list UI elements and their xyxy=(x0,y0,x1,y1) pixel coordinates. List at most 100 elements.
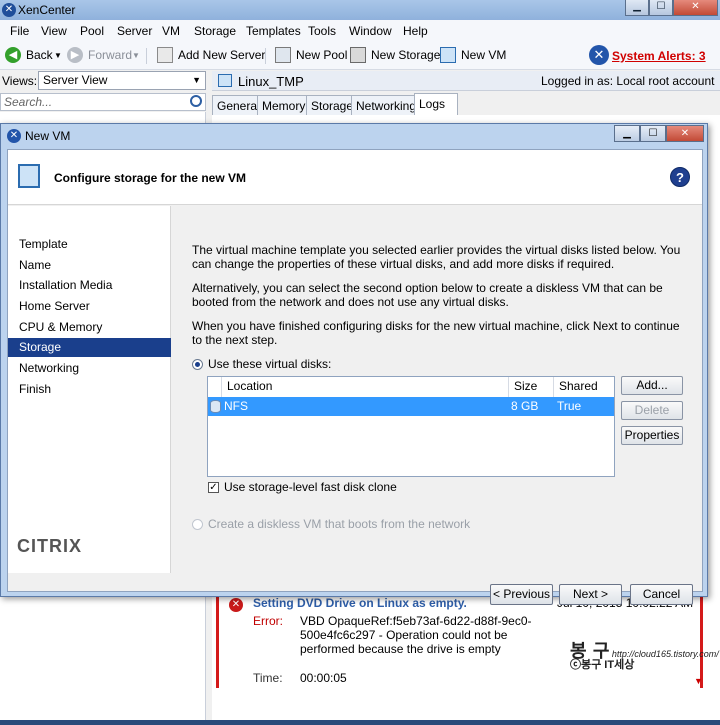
nav-item-finish[interactable]: Finish xyxy=(8,380,171,399)
forward-dropdown-icon[interactable]: ▼ xyxy=(132,51,140,60)
storage-step-content: The virtual machine template you selecte… xyxy=(171,206,702,573)
disk-location: NFS xyxy=(224,399,248,413)
dialog-header: Configure storage for the new VM ? xyxy=(8,150,702,205)
use-disks-radio[interactable] xyxy=(192,359,203,370)
nav-item-installation-media[interactable]: Installation Media xyxy=(8,276,171,295)
nav-item-cpu-memory[interactable]: CPU & Memory xyxy=(8,318,171,337)
column-header-location[interactable]: Location xyxy=(222,377,509,397)
column-header-shared[interactable]: Shared xyxy=(554,377,614,397)
watermark-url: http://cloud165.tistory.com/ xyxy=(611,649,719,659)
fast-clone-label: Use storage-level fast disk clone xyxy=(224,480,397,494)
dialog-heading: Configure storage for the new VM xyxy=(54,171,247,185)
log-entry-title: Setting DVD Drive on Linux as empty. xyxy=(253,596,467,610)
new-vm-button[interactable]: New VM xyxy=(461,48,506,62)
disk-icon xyxy=(210,400,221,413)
vm-name: Linux_TMP xyxy=(238,74,304,89)
cancel-button[interactable]: Cancel xyxy=(630,584,693,605)
log-time-value: 00:00:05 xyxy=(300,671,347,685)
back-button[interactable]: Back xyxy=(26,48,53,62)
menu-tools[interactable]: Tools xyxy=(308,24,336,38)
citrix-logo: CITRIX xyxy=(17,536,83,556)
nav-item-name[interactable]: Name xyxy=(8,256,171,275)
log-error-label: Error: xyxy=(253,614,283,628)
disk-size: 8 GB xyxy=(511,399,539,413)
add-server-icon[interactable] xyxy=(157,47,173,63)
wizard-vm-icon xyxy=(18,164,40,188)
tab-networking[interactable]: Networking xyxy=(351,95,422,115)
new-pool-button[interactable]: New Pool xyxy=(296,48,347,62)
main-titlebar xyxy=(0,0,720,20)
close-button[interactable]: ✕ xyxy=(673,0,718,16)
diskless-radio[interactable] xyxy=(192,519,203,530)
dialog-body: Configure storage for the new VM ? Templ… xyxy=(7,149,703,605)
menu-view[interactable]: View xyxy=(41,24,67,38)
wizard-nav: Template Name Installation Media Home Se… xyxy=(8,206,171,573)
views-label: Views: xyxy=(2,74,38,88)
search-placeholder: Search... xyxy=(4,95,53,109)
tab-logs[interactable]: Logs xyxy=(414,93,458,115)
tab-memory[interactable]: Memory xyxy=(257,95,311,115)
nav-item-networking[interactable]: Networking xyxy=(8,359,171,378)
chevron-down-icon: ▼ xyxy=(192,75,201,85)
virtual-disk-table: Location Size Shared NFS 8 GB True xyxy=(207,376,615,477)
next-step-paragraph: When you have finished configuring disks… xyxy=(192,319,680,347)
nav-item-storage[interactable]: Storage xyxy=(8,338,171,357)
menu-templates[interactable]: Templates xyxy=(246,24,301,38)
dialog-minimize-button[interactable]: ▁ xyxy=(614,125,640,142)
maximize-button[interactable]: ☐ xyxy=(649,0,673,16)
diskless-paragraph: Alternatively, you can select the second… xyxy=(192,281,663,309)
nav-item-template[interactable]: Template xyxy=(8,235,171,254)
back-dropdown-icon[interactable]: ▼ xyxy=(54,51,62,60)
new-pool-icon[interactable] xyxy=(275,47,291,63)
back-arrow-icon[interactable]: ◀ xyxy=(5,47,21,63)
intro-paragraph: The virtual machine template you selecte… xyxy=(192,243,681,271)
menu-help[interactable]: Help xyxy=(403,24,428,38)
diskless-label: Create a diskless VM that boots from the… xyxy=(208,517,471,531)
vm-icon xyxy=(218,74,232,87)
xencenter-logo-icon: ✕ xyxy=(7,129,21,143)
menu-bar: File View Pool Server VM Storage Templat… xyxy=(0,20,720,42)
forward-button[interactable]: Forward xyxy=(88,48,132,62)
help-icon[interactable]: ? xyxy=(670,167,690,187)
taskbar xyxy=(0,720,720,725)
nav-item-home-server[interactable]: Home Server xyxy=(8,297,171,316)
menu-storage[interactable]: Storage xyxy=(194,24,236,38)
views-dropdown-value: Server View xyxy=(43,73,108,87)
disk-properties-button[interactable]: Properties xyxy=(621,426,683,445)
watermark-sub: ⓒ봉구 IT세상 xyxy=(570,659,635,671)
new-storage-button[interactable]: New Storage xyxy=(371,48,440,62)
forward-arrow-icon[interactable]: ▶ xyxy=(67,47,83,63)
dialog-maximize-button[interactable]: ☐ xyxy=(640,125,666,142)
app-title: XenCenter xyxy=(18,3,76,17)
table-row[interactable]: NFS 8 GB True xyxy=(208,397,614,416)
add-disk-button[interactable]: Add... xyxy=(621,376,683,395)
dialog-close-button[interactable]: ✕ xyxy=(666,125,704,142)
views-dropdown[interactable]: Server View ▼ xyxy=(38,71,206,90)
system-alerts-link[interactable]: System Alerts: 3 xyxy=(612,49,706,63)
log-error-message: VBD OpaqueRef:f5eb73af-6d22-d88f-9ec0-50… xyxy=(300,614,532,656)
menu-pool[interactable]: Pool xyxy=(80,24,104,38)
menu-server[interactable]: Server xyxy=(117,24,152,38)
new-vm-icon[interactable] xyxy=(440,47,456,63)
xencenter-logo-icon: ✕ xyxy=(2,3,16,17)
dialog-title: New VM xyxy=(25,129,71,143)
previous-button[interactable]: < Previous xyxy=(490,584,553,605)
next-button[interactable]: Next > xyxy=(559,584,622,605)
disk-shared: True xyxy=(557,399,582,413)
menu-window[interactable]: Window xyxy=(349,24,392,38)
system-alerts-icon[interactable]: ✕ xyxy=(589,45,609,65)
use-disks-label: Use these virtual disks: xyxy=(208,357,332,371)
fast-clone-checkbox[interactable]: ✓ xyxy=(208,482,219,493)
new-storage-icon[interactable] xyxy=(350,47,366,63)
search-icon[interactable] xyxy=(190,95,202,107)
minimize-button[interactable]: ▁ xyxy=(625,0,649,16)
menu-vm[interactable]: VM xyxy=(162,24,180,38)
column-header-size[interactable]: Size xyxy=(509,377,554,397)
search-input[interactable]: Search... xyxy=(0,93,206,111)
scroll-down-icon[interactable]: ▼ xyxy=(694,676,703,686)
add-server-button[interactable]: Add New Server xyxy=(178,48,265,62)
error-icon: ✕ xyxy=(229,598,243,612)
delete-disk-button[interactable]: Delete xyxy=(621,401,683,420)
menu-file[interactable]: File xyxy=(10,24,29,38)
toolbar-separator xyxy=(146,48,147,64)
